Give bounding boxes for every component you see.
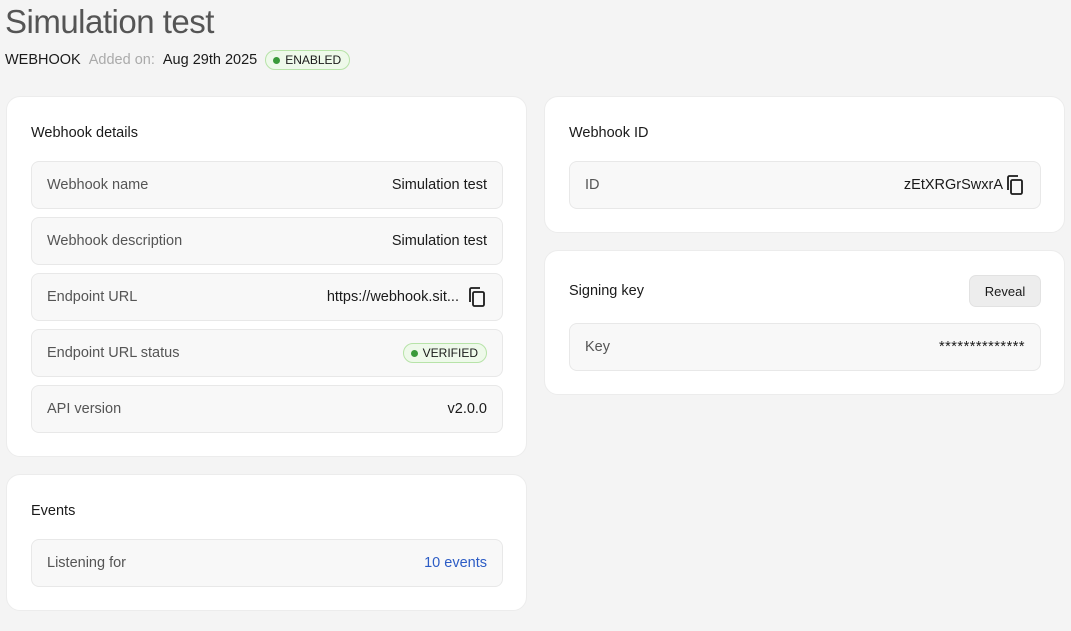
signing-key-value: ************** — [939, 339, 1025, 355]
webhook-meta: WEBHOOK Added on: Aug 29th 2025 ENABLED — [5, 48, 351, 72]
status-dot-icon — [273, 56, 281, 64]
enabled-status-badge: ENABLED — [265, 50, 351, 70]
signing-key-row: Key ************** — [569, 323, 1041, 371]
endpoint-url-value: https://webhook.sit... — [326, 289, 459, 305]
added-on-date: Aug 29th 2025 — [162, 52, 258, 68]
endpoint-url-status-row: Endpoint URL status VERIFIED — [31, 329, 503, 377]
events-title: Events — [31, 503, 76, 519]
api-version-label: API version — [47, 401, 122, 417]
copy-webhook-id-icon[interactable] — [1005, 175, 1025, 195]
webhook-type: WEBHOOK — [5, 52, 81, 68]
added-on-label: Added on: — [88, 52, 155, 68]
listening-for-label: Listening for — [47, 555, 126, 571]
webhook-details-card: Webhook details Webhook name Simulation … — [6, 96, 527, 457]
webhook-id-row: ID zEtXRGrSwxrA — [569, 161, 1041, 209]
webhook-description-value: Simulation test — [391, 233, 487, 249]
endpoint-url-label: Endpoint URL — [47, 289, 138, 305]
webhook-id-value: zEtXRGrSwxrA — [903, 177, 1003, 193]
endpoint-url-row: Endpoint URL https://webhook.sit... — [31, 273, 503, 321]
api-version-row: API version v2.0.0 — [31, 385, 503, 433]
endpoint-url-value-group: https://webhook.sit... — [327, 287, 487, 307]
webhook-description-label: Webhook description — [47, 233, 183, 249]
webhook-name-row: Webhook name Simulation test — [31, 161, 503, 209]
reveal-key-button[interactable]: Reveal — [969, 275, 1041, 307]
status-badge-label: ENABLED — [285, 53, 342, 67]
webhook-id-card: Webhook ID ID zEtXRGrSwxrA — [544, 96, 1065, 233]
webhook-name-label: Webhook name — [47, 177, 149, 193]
listening-for-row: Listening for 10 events — [31, 539, 503, 587]
signing-key-title: Signing key — [569, 283, 644, 299]
verified-status-badge: VERIFIED — [402, 343, 487, 363]
signing-key-card: Signing key Reveal Key ************** — [544, 250, 1065, 395]
api-version-value: v2.0.0 — [447, 401, 488, 417]
endpoint-url-status-label: Endpoint URL status — [47, 345, 180, 361]
webhook-id-title: Webhook ID — [569, 125, 649, 141]
webhook-id-value-group: zEtXRGrSwxrA — [904, 175, 1025, 195]
webhook-name-value: Simulation test — [391, 177, 487, 193]
signing-key-label: Key — [585, 339, 610, 355]
webhook-details-title: Webhook details — [31, 125, 138, 141]
page-title: Simulation test — [5, 3, 214, 40]
events-card: Events Listening for 10 events — [6, 474, 527, 611]
webhook-id-label: ID — [585, 177, 600, 193]
copy-endpoint-url-icon[interactable] — [467, 287, 487, 307]
verified-dot-icon — [410, 349, 418, 357]
events-count-link[interactable]: 10 events — [424, 555, 487, 571]
verified-badge-label: VERIFIED — [422, 346, 478, 360]
webhook-description-row: Webhook description Simulation test — [31, 217, 503, 265]
